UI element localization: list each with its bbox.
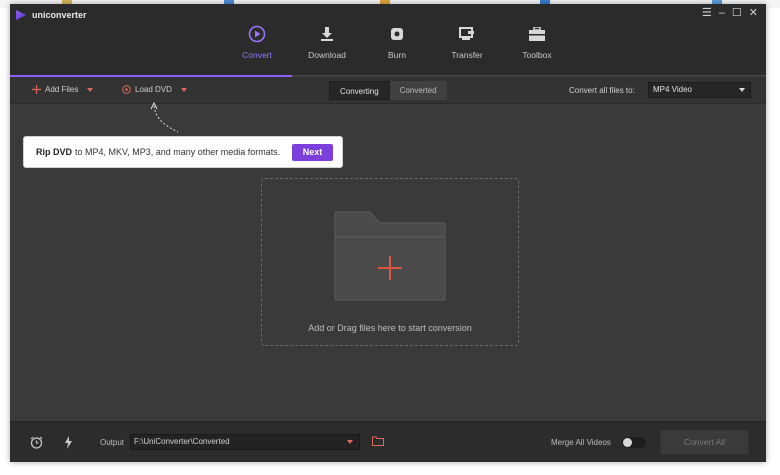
tab-converted[interactable]: Converted xyxy=(389,81,447,100)
output-path-field[interactable]: F:\UniConverter\Converted xyxy=(130,434,360,450)
folder-add-icon xyxy=(334,211,446,301)
top-nav: uniconverter ☰ – ☐ ✕ Convert Download Bu… xyxy=(10,4,766,77)
add-files-button[interactable]: Add Files xyxy=(32,85,94,94)
output-format-select[interactable]: MP4 Video xyxy=(648,82,751,98)
divider xyxy=(292,75,766,76)
tab-label: Download xyxy=(308,50,346,60)
tab-convert[interactable]: Convert xyxy=(222,24,292,72)
transfer-icon xyxy=(457,24,477,44)
next-button[interactable]: Next xyxy=(292,144,333,161)
dvd-icon xyxy=(122,85,131,94)
convert-all-button[interactable]: Convert All xyxy=(660,430,749,455)
tab-label: Toolbox xyxy=(522,50,552,60)
load-dvd-button[interactable]: Load DVD xyxy=(122,85,187,94)
chevron-down-icon[interactable] xyxy=(180,87,187,92)
tab-converting[interactable]: Converting xyxy=(329,81,390,100)
drop-zone[interactable]: Add or Drag files here to start conversi… xyxy=(261,178,519,346)
app-brand: uniconverter xyxy=(16,10,87,20)
schedule-icon[interactable] xyxy=(30,436,43,449)
lightning-icon[interactable] xyxy=(64,436,73,449)
dotted-arrow-icon xyxy=(150,101,179,133)
tab-download[interactable]: Download xyxy=(292,24,362,72)
status-segmented-control: Converting Converted xyxy=(329,81,447,100)
maximize-button[interactable]: ☐ xyxy=(732,7,742,19)
convert-icon xyxy=(247,24,267,44)
folder-icon[interactable] xyxy=(372,436,384,446)
tooltip-text: to MP4, MKV, MP3, and many other media f… xyxy=(75,147,281,157)
plus-icon xyxy=(32,85,41,94)
window-controls: ☰ – ☐ ✕ xyxy=(702,7,758,19)
app-window: uniconverter ☰ – ☐ ✕ Convert Download Bu… xyxy=(10,4,766,462)
merge-videos-label: Merge All Videos xyxy=(551,438,611,447)
minimize-button[interactable]: – xyxy=(719,7,725,19)
load-dvd-label: Load DVD xyxy=(135,85,172,94)
app-title: uniconverter xyxy=(32,10,87,20)
convert-all-to-label: Convert all files to: xyxy=(569,86,635,95)
tab-label: Burn xyxy=(388,50,406,60)
download-icon xyxy=(317,24,337,44)
output-path-value: F:\UniConverter\Converted xyxy=(134,437,230,446)
merge-videos-toggle[interactable] xyxy=(622,437,646,448)
toolbox-icon xyxy=(527,24,547,44)
drop-zone-text: Add or Drag files here to start conversi… xyxy=(308,323,472,333)
tooltip-title: Rip DVD xyxy=(36,147,72,157)
chevron-down-icon[interactable] xyxy=(87,87,94,92)
tab-label: Convert xyxy=(242,50,272,60)
burn-icon xyxy=(387,24,407,44)
menu-icon[interactable]: ☰ xyxy=(702,7,712,19)
tab-transfer[interactable]: Transfer xyxy=(432,24,502,72)
tab-label: Transfer xyxy=(451,50,483,60)
toggle-knob xyxy=(623,438,632,447)
app-logo-icon xyxy=(16,10,26,20)
tab-burn[interactable]: Burn xyxy=(362,24,432,72)
close-button[interactable]: ✕ xyxy=(749,7,758,19)
add-files-label: Add Files xyxy=(45,85,79,94)
chevron-down-icon xyxy=(347,440,353,444)
rip-dvd-tooltip: Rip DVD to MP4, MKV, MP3, and many other… xyxy=(23,136,343,168)
output-format-value: MP4 Video xyxy=(653,85,692,94)
chevron-down-icon xyxy=(739,88,745,92)
bottom-bar: Output F:\UniConverter\Converted Merge A… xyxy=(10,421,766,462)
tab-toolbox[interactable]: Toolbox xyxy=(502,24,572,72)
output-label: Output xyxy=(100,438,125,447)
main-tabs: Convert Download Burn Transfer Toolbox xyxy=(222,24,572,72)
toolbar: Add Files Load DVD Converting Converted … xyxy=(10,77,766,104)
